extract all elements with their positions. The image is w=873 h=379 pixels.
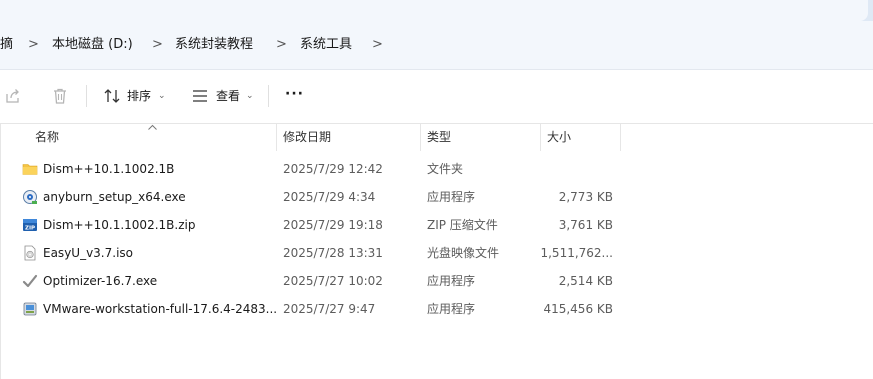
- view-icon[interactable]: [190, 86, 210, 106]
- file-row[interactable]: Optimizer-16.7.exe 2025/7/27 10:02 应用程序 …: [0, 267, 873, 295]
- file-row[interactable]: EasyU_v3.7.iso 2025/7/28 13:31 光盘映像文件 1,…: [0, 239, 873, 267]
- file-row[interactable]: anyburn_setup_x64.exe 2025/7/29 4:34 应用程…: [0, 183, 873, 211]
- file-type: 应用程序: [427, 274, 476, 288]
- file-date: 2025/7/27 10:02: [283, 274, 383, 288]
- zip-icon: ZIP: [23, 219, 37, 232]
- file-type: 应用程序: [427, 190, 476, 204]
- breadcrumb-separator-icon: >: [28, 37, 39, 52]
- column-divider[interactable]: [540, 124, 541, 151]
- sort-icon[interactable]: [102, 86, 122, 106]
- file-date: 2025/7/29 4:34: [283, 190, 376, 204]
- file-size: 415,456 KB: [543, 302, 613, 316]
- more-options-button[interactable]: ···: [285, 86, 304, 102]
- file-name: Optimizer-16.7.exe: [43, 274, 158, 288]
- file-size: 2,514 KB: [558, 274, 613, 288]
- file-name: anyburn_setup_x64.exe: [43, 190, 186, 204]
- column-divider[interactable]: [276, 124, 277, 151]
- file-date: 2025/7/27 9:47: [283, 302, 376, 316]
- vmware-installer-icon: [23, 302, 37, 316]
- command-bar: 排序 ⌄ 查看 ⌄ ···: [0, 70, 873, 124]
- toolbar-divider: [86, 85, 87, 107]
- file-type: 应用程序: [427, 302, 476, 316]
- sort-button[interactable]: 排序: [127, 88, 151, 104]
- column-header-type[interactable]: 类型: [427, 130, 451, 144]
- file-date: 2025/7/29 19:18: [283, 218, 383, 232]
- file-row[interactable]: ZIP Dism++10.1.1002.1B.zip 2025/7/29 19:…: [0, 211, 873, 239]
- column-header-size[interactable]: 大小: [547, 130, 571, 144]
- toolbar-divider: [268, 85, 269, 107]
- file-size: 3,761 KB: [558, 218, 613, 232]
- breadcrumb-item-current[interactable]: 系统工具: [300, 35, 352, 55]
- breadcrumb-item-drive[interactable]: 本地磁盘 (D:): [52, 35, 133, 55]
- active-tab[interactable]: [0, 0, 868, 21]
- breadcrumb-separator-icon: >: [276, 37, 287, 52]
- disc-image-icon: [24, 245, 36, 261]
- file-type: ZIP 压缩文件: [427, 218, 498, 232]
- chevron-down-icon: ⌄: [246, 91, 254, 101]
- file-date: 2025/7/29 12:42: [283, 162, 383, 176]
- file-name: VMware-workstation-full-17.6.4-2483...: [43, 302, 278, 316]
- file-date: 2025/7/28 13:31: [283, 246, 383, 260]
- svg-text:ZIP: ZIP: [25, 226, 35, 232]
- file-row[interactable]: Dism++10.1.1002.1B 2025/7/29 12:42 文件夹: [0, 155, 873, 183]
- sort-ascending-icon: [148, 124, 157, 130]
- file-name: Dism++10.1.1002.1B.zip: [43, 218, 196, 232]
- file-size: 2,773 KB: [558, 190, 613, 204]
- checkmark-app-icon: [22, 274, 38, 288]
- tab-strip: [0, 0, 873, 21]
- file-name: Dism++10.1.1002.1B: [43, 162, 175, 176]
- trash-icon[interactable]: [50, 86, 70, 106]
- file-size: 1,511,762...: [540, 246, 613, 260]
- address-bar[interactable]: 摘 > 本地磁盘 (D:) > 系统封装教程 > 系统工具 >: [0, 21, 873, 70]
- breadcrumb-item-folder[interactable]: 系统封装教程: [175, 35, 253, 55]
- folder-icon: [22, 164, 38, 175]
- column-divider[interactable]: [620, 124, 621, 151]
- installer-icon: [23, 190, 37, 204]
- column-header-name[interactable]: 名称: [35, 130, 59, 144]
- column-divider[interactable]: [420, 124, 421, 151]
- breadcrumb-item-root[interactable]: 摘: [0, 35, 13, 55]
- breadcrumb-separator-icon: >: [152, 37, 163, 52]
- file-name: EasyU_v3.7.iso: [43, 246, 133, 260]
- share-icon[interactable]: [3, 86, 23, 106]
- file-type: 文件夹: [427, 162, 464, 176]
- file-type: 光盘映像文件: [427, 246, 500, 260]
- file-row[interactable]: VMware-workstation-full-17.6.4-2483... 2…: [0, 295, 873, 323]
- breadcrumb-separator-icon: >: [372, 37, 383, 52]
- column-header-date[interactable]: 修改日期: [283, 130, 331, 144]
- view-button[interactable]: 查看: [216, 88, 240, 104]
- chevron-down-icon: ⌄: [158, 91, 166, 101]
- column-header: 名称 修改日期 类型 大小: [0, 124, 873, 151]
